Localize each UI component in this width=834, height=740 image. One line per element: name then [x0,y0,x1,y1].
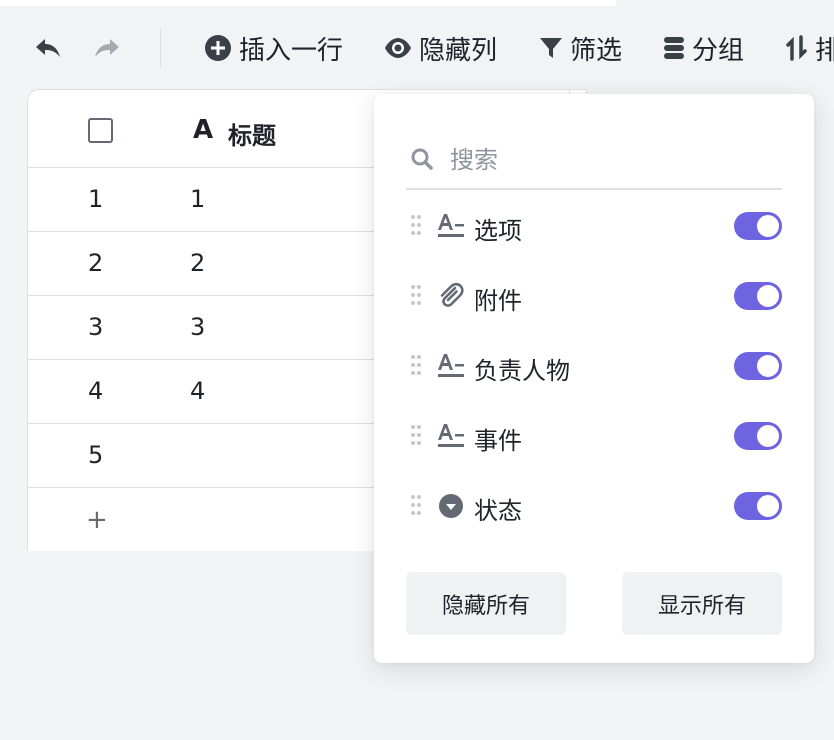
row-title-cell[interactable]: 1 [190,185,205,213]
insert-row-label: 插入一行 [239,35,344,66]
sort-button[interactable]: 排 [786,33,834,66]
insert-row-button[interactable]: 插入一行 [204,33,343,66]
plus-circle-icon [205,35,231,61]
row-title-cell[interactable]: 4 [190,377,205,405]
field-label: 事件 [474,427,522,455]
row-number: 5 [88,441,104,469]
group-button[interactable]: 分组 [663,33,744,66]
drag-handle-icon[interactable] [410,494,422,516]
field-visibility-toggle[interactable] [734,282,782,310]
eye-icon [385,38,411,58]
add-row-button[interactable]: + [86,505,108,535]
field-label: 选项 [474,217,522,245]
field-visibility-toggle[interactable] [734,212,782,240]
status-select-icon [436,492,466,520]
row-number: 4 [88,377,104,405]
column-header-title[interactable]: 标题 [228,116,276,151]
field-visibility-toggle[interactable] [734,422,782,450]
toggle-knob [757,215,779,237]
text-field-icon [436,212,466,240]
field-search-box [406,138,782,190]
row-number: 1 [88,185,104,213]
group-label: 分组 [692,35,745,66]
search-icon [411,148,433,170]
drag-handle-icon[interactable] [410,214,422,236]
field-search-input[interactable] [450,142,770,178]
show-all-button[interactable]: 显示所有 [622,572,782,635]
undo-icon[interactable] [34,36,62,60]
field-label: 附件 [474,287,522,315]
row-number: 3 [88,313,104,341]
toggle-knob [757,495,779,517]
filter-button[interactable]: 筛选 [539,33,622,66]
drag-handle-icon[interactable] [410,424,422,446]
text-field-icon [436,352,466,380]
field-item-options: 选项 [406,204,782,248]
text-field-icon [436,422,466,450]
field-item-owner: 负责人物 [406,344,782,388]
sort-label: 排 [815,35,834,66]
field-item-event: 事件 [406,414,782,458]
paperclip-icon [436,282,466,310]
row-title-cell[interactable]: 2 [190,249,205,277]
stack-icon [664,37,684,59]
toggle-knob [757,425,779,447]
field-item-status: 状态 [406,484,782,528]
row-number: 2 [88,249,104,277]
funnel-icon [540,38,562,58]
field-label: 状态 [474,497,522,525]
drag-handle-icon[interactable] [410,354,422,376]
sort-icon [786,35,807,61]
hide-columns-button[interactable]: 隐藏列 [384,33,497,66]
select-all-checkbox[interactable] [88,118,113,143]
redo-icon[interactable] [93,36,121,60]
toggle-knob [757,285,779,307]
field-item-attachment: 附件 [406,274,782,318]
field-visibility-toggle[interactable] [734,352,782,380]
row-title-cell[interactable]: 3 [190,313,205,341]
field-visibility-toggle[interactable] [734,492,782,520]
filter-label: 筛选 [570,35,623,66]
hide-columns-popover: 选项 附件 负责人物 事件 状态 隐藏所有 显 [374,94,814,663]
toolbar-divider [160,28,161,68]
top-strip [0,0,616,6]
toolbar: 插入一行 隐藏列 筛选 分组 排 [0,26,834,70]
field-label: 负责人物 [474,357,570,385]
text-type-icon: A [193,115,214,145]
hide-all-button[interactable]: 隐藏所有 [406,572,566,635]
hide-columns-label: 隐藏列 [419,35,498,66]
toggle-knob [757,355,779,377]
drag-handle-icon[interactable] [410,284,422,306]
